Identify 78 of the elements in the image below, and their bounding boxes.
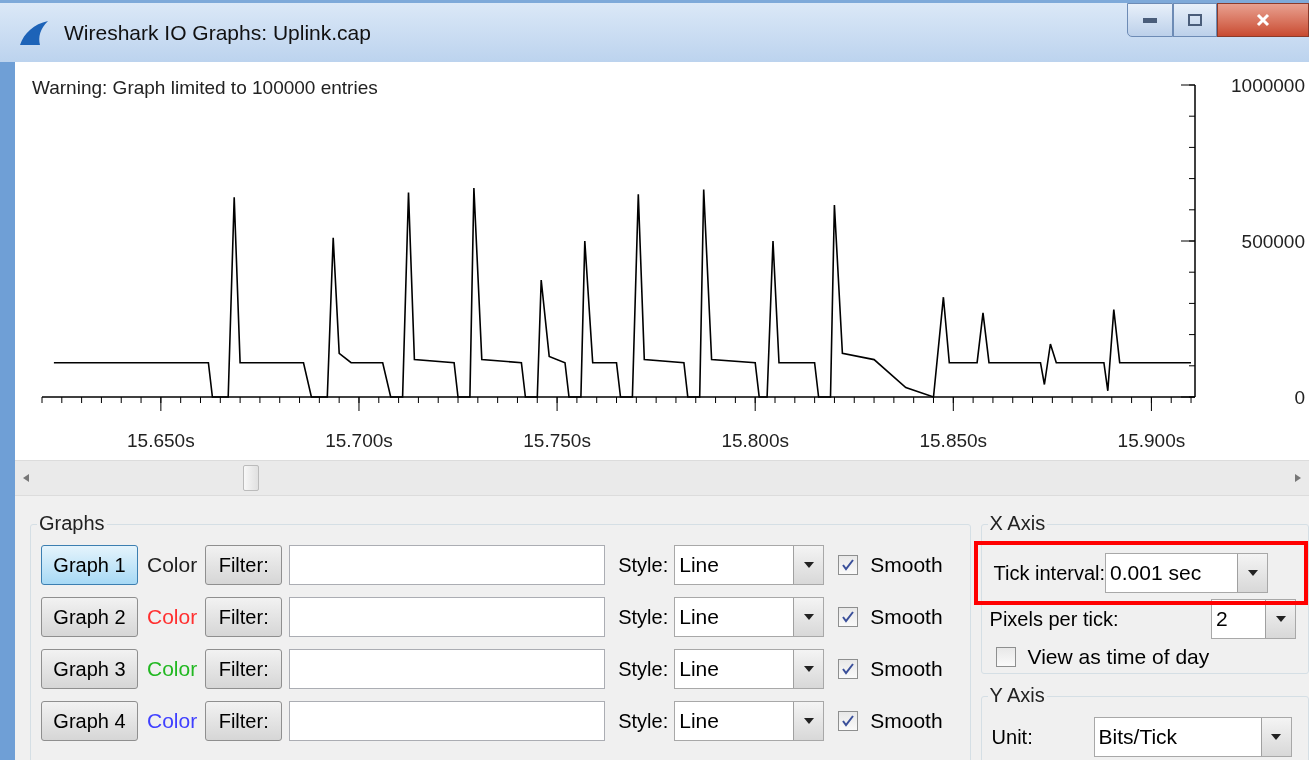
pixels-per-tick-label: Pixels per tick: [989,607,1119,632]
tick-interval-label: Tick interval: [993,561,1106,586]
style-select[interactable]: Line [674,649,825,689]
maximize-icon [1188,14,1202,26]
select-value: 0.001 sec [1109,560,1203,587]
x-tick-label: 15.800s [721,430,789,451]
close-icon [1256,13,1270,27]
checkmark-icon [841,610,856,624]
style-label: Style: [618,605,669,630]
horizontal-scrollbar[interactable] [15,460,1309,496]
fin-icon [18,20,48,45]
smooth-label: Smooth [870,604,943,631]
scroll-right-icon [1295,474,1301,482]
minimize-button[interactable] [1127,3,1173,37]
minimize-icon [1143,17,1157,23]
caret-icon [803,614,814,620]
style-label: Style: [618,657,669,682]
filter-button[interactable]: Filter: [205,649,283,689]
filter-input[interactable] [289,545,606,585]
pixels-per-tick-select[interactable]: 2 [1211,599,1296,639]
y-tick-label: 500000 [1241,231,1305,252]
close-button[interactable] [1217,3,1309,37]
checkbox[interactable] [838,711,859,731]
maximize-button[interactable] [1173,3,1217,37]
filter-button[interactable]: Filter: [205,701,283,741]
graph-button[interactable]: Graph 4 [41,701,138,741]
color-label[interactable]: Color [147,549,198,581]
unit-select[interactable]: Bits/Tick [1093,717,1292,757]
select-value: Line [678,604,720,631]
checkmark-icon [841,558,856,572]
caret-icon [803,562,814,568]
style-label: Style: [618,709,669,734]
caret-icon [803,718,814,724]
x-tick-label: 15.700s [325,430,393,451]
unit-label: Unit: [991,725,1034,750]
time-of-day-label: View as time of day [1027,644,1210,670]
checkbox[interactable] [838,555,859,575]
y-tick-label: 1000000 [1231,75,1305,96]
caret-icon [1275,616,1286,622]
select-value: Line [678,708,720,735]
checkmark-icon [841,714,856,728]
graph-button[interactable]: Graph 1 [41,545,138,585]
checkmark-icon [841,662,856,676]
filter-input[interactable] [289,701,606,741]
graph-button[interactable]: Graph 3 [41,649,138,689]
select-value: Line [678,552,720,579]
select-value: Line [678,656,720,683]
tick-interval-select[interactable]: 0.001 sec [1105,553,1269,593]
style-select[interactable]: Line [674,701,825,741]
filter-button[interactable]: Filter: [205,597,283,637]
filter-input[interactable] [289,649,606,689]
smooth-label: Smooth [870,708,943,735]
x-tick-label: 15.850s [919,430,988,451]
y-tick-label: 0 [1294,387,1305,408]
checkbox[interactable] [838,607,859,627]
select-value: Bits/Tick [1097,724,1179,751]
smooth-label: Smooth [870,552,943,579]
x-tick-label: 15.900s [1117,430,1186,451]
checkbox[interactable] [995,646,1016,667]
caret-icon [1247,570,1258,576]
warning-text: Warning: Graph limited to 100000 entries [32,76,378,100]
filter-input[interactable] [289,597,606,637]
scroll-thumb[interactable] [243,465,259,491]
select-value: 2 [1215,606,1229,633]
graph-button[interactable]: Graph 2 [41,597,138,637]
filter-button[interactable]: Filter: [205,545,283,585]
color-label[interactable]: Color [147,705,198,737]
x-tick-label: 15.750s [523,430,591,451]
caret-icon [803,666,814,672]
window-title: Wireshark IO Graphs: Uplink.cap [64,19,371,46]
caret-icon [1271,734,1282,740]
x-tick-label: 15.650s [127,430,195,451]
style-label: Style: [618,553,669,578]
style-select[interactable]: Line [674,597,825,637]
scroll-left-icon [23,474,29,482]
smooth-label: Smooth [870,656,943,683]
style-select[interactable]: Line [674,545,825,585]
checkbox[interactable] [838,659,859,679]
